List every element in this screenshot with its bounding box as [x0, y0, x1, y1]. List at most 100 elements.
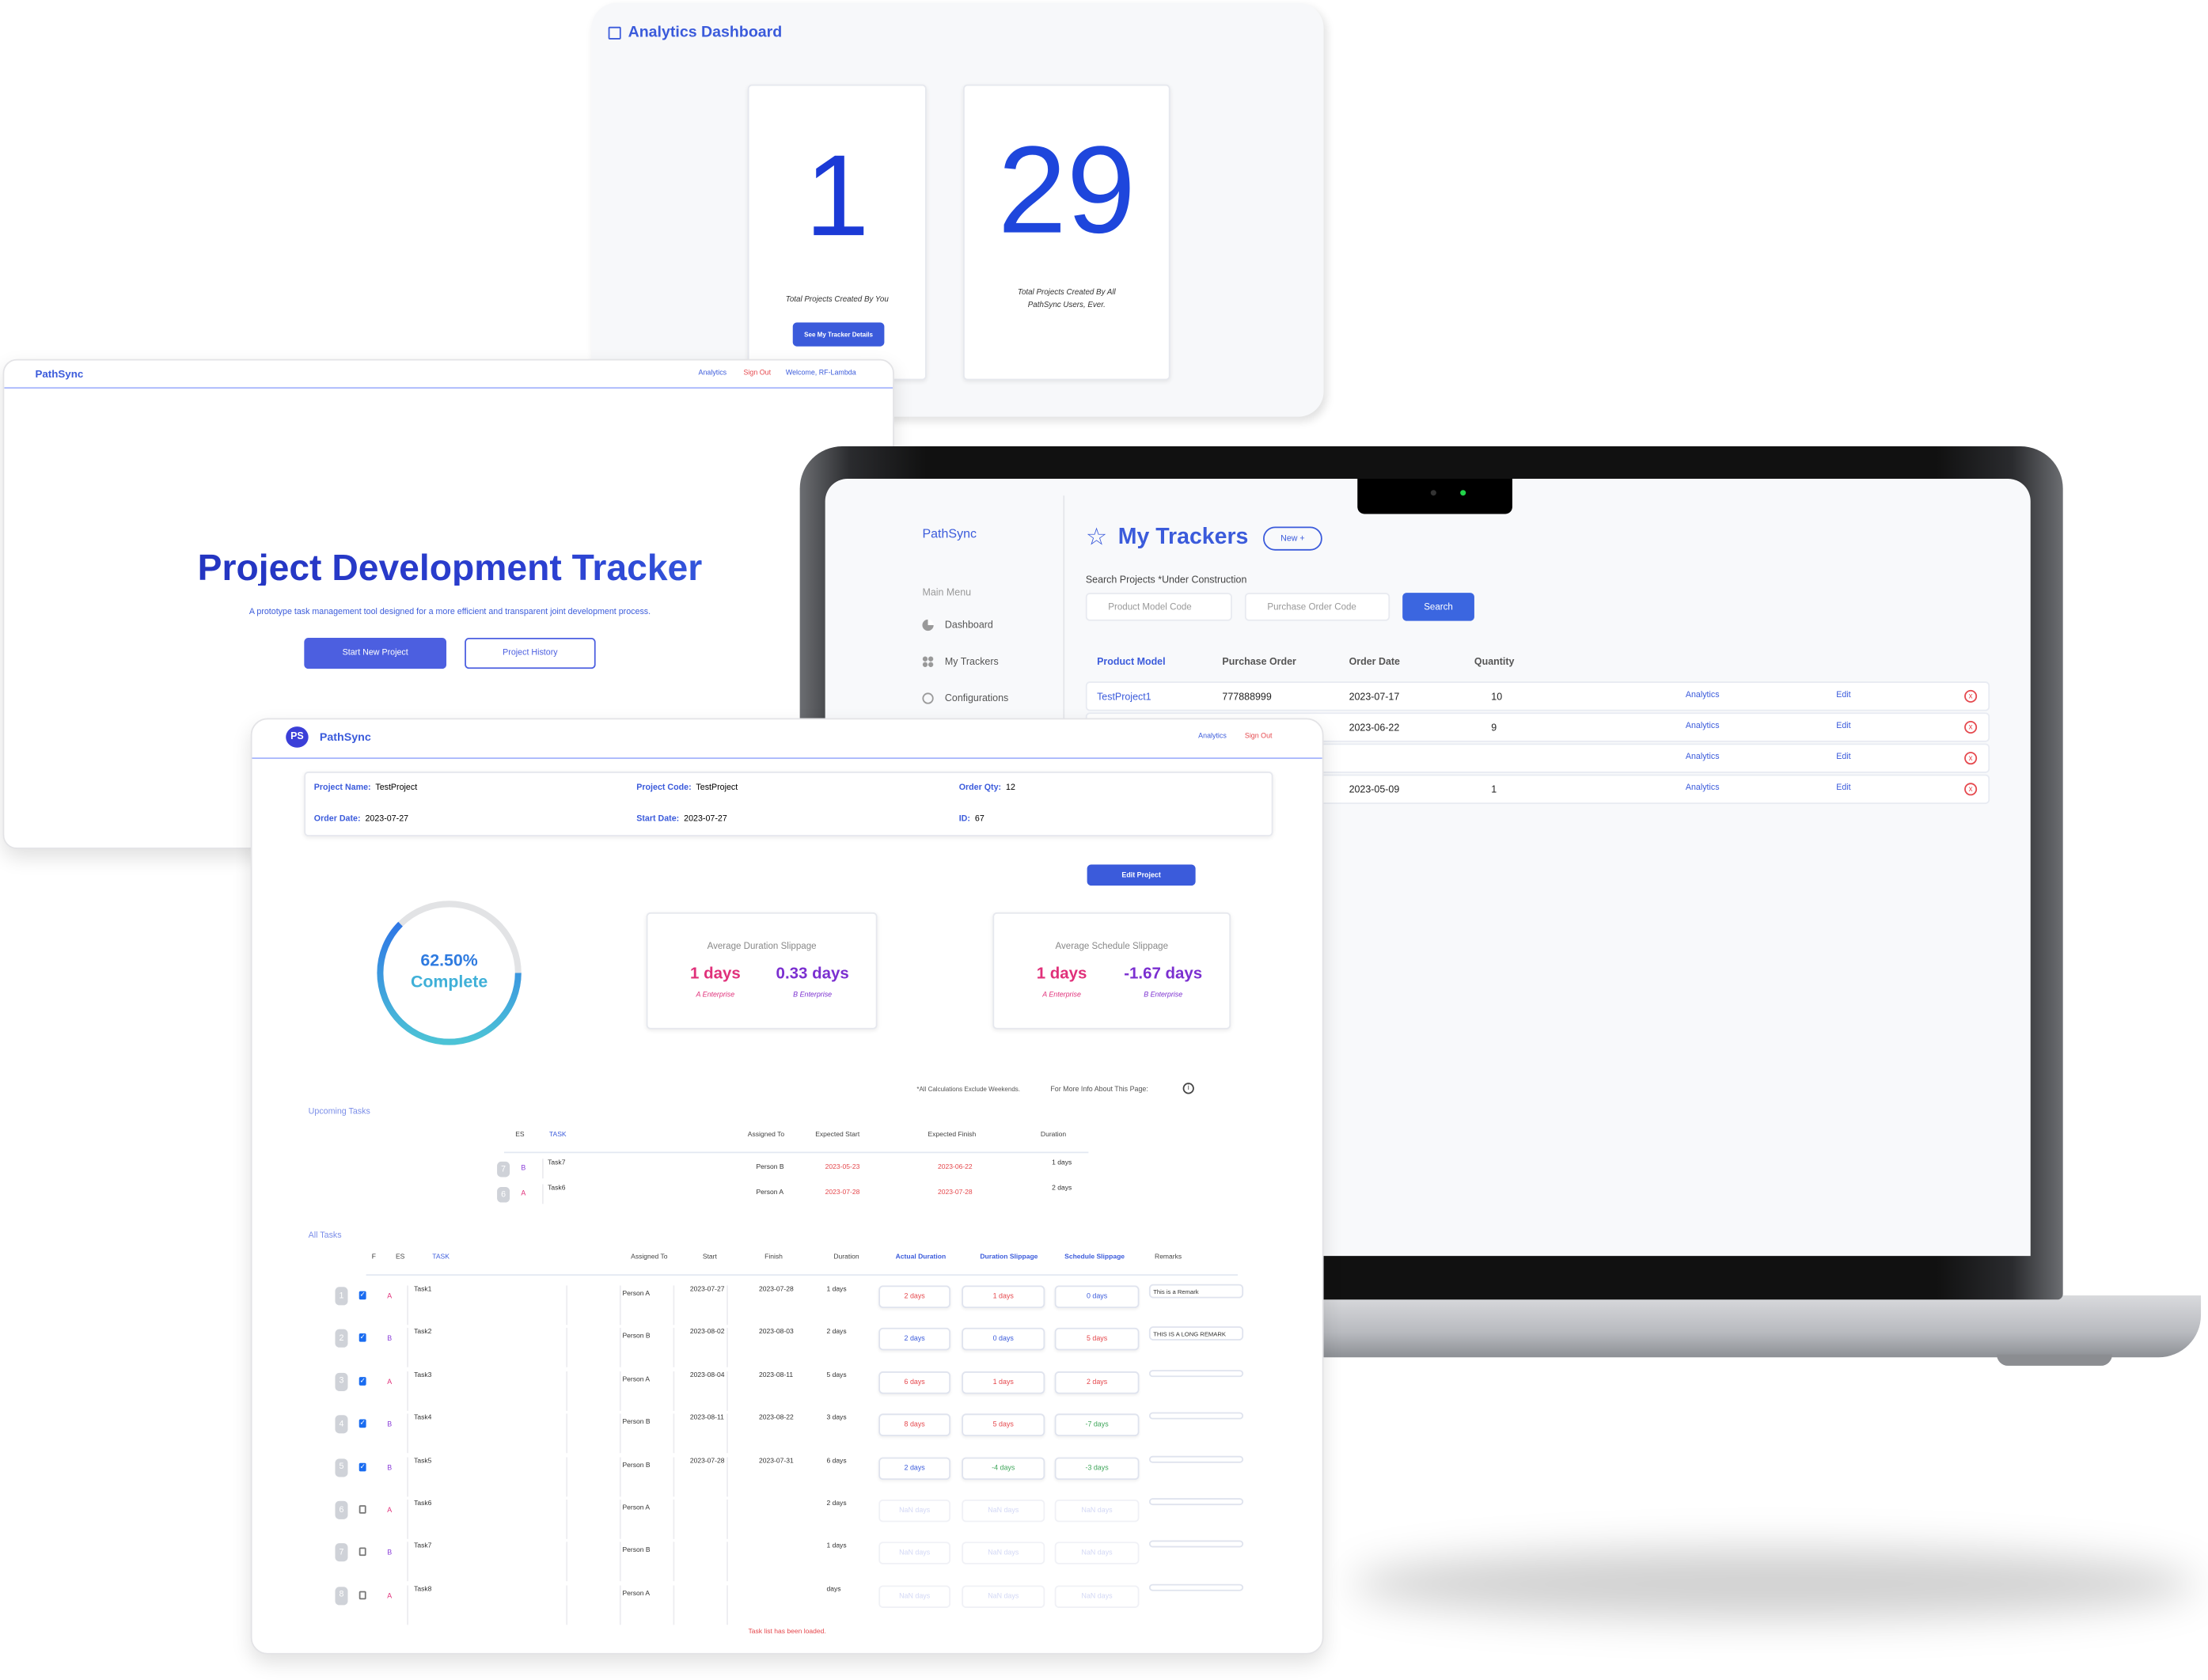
- duration: 6 days: [826, 1458, 847, 1466]
- remarks-input[interactable]: [1148, 1455, 1244, 1462]
- a-enterprise-value: 1 days: [690, 965, 741, 983]
- cell-divider: [566, 1456, 567, 1496]
- task-name: Task6: [414, 1500, 432, 1508]
- new-tracker-button[interactable]: New +: [1263, 526, 1322, 551]
- cell-divider: [673, 1456, 674, 1496]
- remarks-input[interactable]: [1148, 1583, 1244, 1591]
- delete-icon[interactable]: x: [1964, 752, 1978, 765]
- es-label: B: [387, 1549, 393, 1558]
- duration: 1 days: [1052, 1160, 1072, 1168]
- nav-analytics[interactable]: Analytics: [1198, 733, 1227, 741]
- assigned-to: Person A: [622, 1591, 651, 1598]
- analytics-link[interactable]: Analytics: [1686, 722, 1720, 731]
- remarks-input[interactable]: This is a Remark: [1148, 1284, 1244, 1299]
- edit-project-button[interactable]: Edit Project: [1087, 864, 1196, 886]
- finished-checkbox[interactable]: ✓: [359, 1419, 366, 1428]
- nav-analytics[interactable]: Analytics: [699, 370, 727, 377]
- duration-slippage-box: NaN days: [962, 1499, 1045, 1523]
- remarks-input[interactable]: [1148, 1541, 1244, 1549]
- actual-duration-box: NaN days: [878, 1499, 951, 1523]
- finish-date: 2023-07-28: [759, 1287, 794, 1295]
- see-tracker-details-button[interactable]: See My Tracker Details: [792, 322, 885, 347]
- duration: 5 days: [826, 1372, 847, 1380]
- camera-icon: [1430, 490, 1436, 496]
- es-label: B: [387, 1335, 393, 1344]
- nav-welcome[interactable]: Welcome, RF-Lambda: [786, 370, 856, 377]
- header-divider: [4, 387, 893, 389]
- brand-logo[interactable]: PathSync: [35, 369, 83, 379]
- project-detail-window: PS PathSync Analytics Sign Out Project N…: [250, 718, 1324, 1655]
- sidebar-brand[interactable]: PathSync: [922, 527, 977, 540]
- sidebar-item-my-trackers[interactable]: My Trackers: [922, 656, 1049, 670]
- finished-checkbox[interactable]: ✓: [359, 1376, 366, 1386]
- column-product-model[interactable]: Product Model: [1097, 658, 1166, 667]
- remarks-input[interactable]: [1148, 1412, 1244, 1420]
- finished-checkbox[interactable]: [359, 1505, 366, 1514]
- actual-duration-box: 2 days: [878, 1456, 951, 1480]
- product-model-link[interactable]: TestProject1: [1097, 692, 1151, 702]
- nav-sign-out[interactable]: Sign Out: [1245, 733, 1273, 741]
- finished-checkbox[interactable]: ✓: [359, 1291, 366, 1300]
- purchase-order-input[interactable]: Purchase Order Code: [1244, 593, 1390, 621]
- task-number-badge: 8: [335, 1586, 348, 1606]
- edit-link[interactable]: Edit: [1836, 784, 1850, 793]
- info-icon[interactable]: i: [1182, 1083, 1194, 1094]
- search-button[interactable]: Search: [1402, 593, 1474, 621]
- sidebar-item-configurations[interactable]: Configurations: [922, 692, 1049, 707]
- es-label: A: [387, 1378, 393, 1387]
- remarks-input[interactable]: [1148, 1498, 1244, 1506]
- sidebar-menu-label: Main Menu: [922, 588, 972, 599]
- all-projects-label-2: PathSync Users, Ever.: [1027, 301, 1106, 310]
- project-name-value: TestProject: [375, 784, 418, 793]
- edit-link[interactable]: Edit: [1836, 753, 1850, 762]
- nav-sign-out[interactable]: Sign Out: [743, 370, 771, 377]
- finish-date: 2023-08-03: [759, 1329, 794, 1337]
- es-label: A: [521, 1189, 526, 1199]
- header-divider: [252, 757, 1322, 760]
- remarks-input[interactable]: THIS IS A LONG REMARK: [1148, 1326, 1244, 1341]
- finished-checkbox[interactable]: [359, 1548, 366, 1557]
- project-info-card: Project Name: TestProject Project Code: …: [304, 772, 1273, 836]
- order-qty-value: 12: [1006, 784, 1015, 793]
- delete-icon[interactable]: x: [1964, 689, 1978, 703]
- analytics-link[interactable]: Analytics: [1686, 692, 1720, 700]
- project-code-field: Project Code: TestProject: [636, 784, 738, 793]
- project-history-button[interactable]: Project History: [465, 638, 596, 669]
- task-name: Task8: [414, 1586, 432, 1594]
- analytics-link[interactable]: Analytics: [1686, 784, 1720, 793]
- task-number-badge: 6: [335, 1500, 348, 1519]
- purchase-order-value: 777888999: [1222, 692, 1272, 703]
- all-projects-card: 29 Total Projects Created By All PathSyn…: [963, 84, 1170, 381]
- quantity-value: 1: [1491, 785, 1497, 796]
- duration: 2 days: [826, 1500, 847, 1508]
- sidebar-item-dashboard[interactable]: Dashboard: [922, 619, 1049, 634]
- es-label: B: [387, 1463, 393, 1473]
- task-name: Task4: [414, 1415, 432, 1423]
- actual-duration-box: 8 days: [878, 1413, 951, 1437]
- finished-checkbox[interactable]: ✓: [359, 1462, 366, 1471]
- start-date: 2023-08-04: [689, 1372, 725, 1380]
- duration: 2 days: [826, 1329, 847, 1337]
- start-date: 2023-07-28: [689, 1458, 725, 1466]
- remarks-input[interactable]: [1148, 1369, 1244, 1377]
- assigned-to: Person B: [622, 1548, 651, 1556]
- sidebar-item-label: Configurations: [944, 694, 1009, 704]
- edit-link[interactable]: Edit: [1836, 692, 1850, 700]
- camera-notch: [1357, 478, 1512, 514]
- analytics-link[interactable]: Analytics: [1686, 753, 1720, 762]
- product-model-input[interactable]: Product Model Code: [1085, 593, 1232, 621]
- finished-checkbox[interactable]: [359, 1591, 366, 1599]
- start-date-value: 2023-07-27: [684, 815, 727, 824]
- finished-checkbox[interactable]: ✓: [359, 1333, 366, 1343]
- cell-divider: [673, 1542, 674, 1582]
- brand-logo[interactable]: PathSync: [320, 731, 371, 743]
- cell-divider: [566, 1285, 567, 1325]
- delete-icon[interactable]: x: [1964, 783, 1978, 796]
- upcoming-column-header: Assigned To: [747, 1132, 785, 1140]
- cell-divider: [566, 1542, 567, 1582]
- delete-icon[interactable]: x: [1964, 721, 1978, 734]
- cell-divider: [407, 1285, 408, 1325]
- edit-link[interactable]: Edit: [1836, 722, 1850, 731]
- start-new-project-button[interactable]: Start New Project: [304, 638, 447, 669]
- expected-start: 2023-07-28: [825, 1189, 860, 1197]
